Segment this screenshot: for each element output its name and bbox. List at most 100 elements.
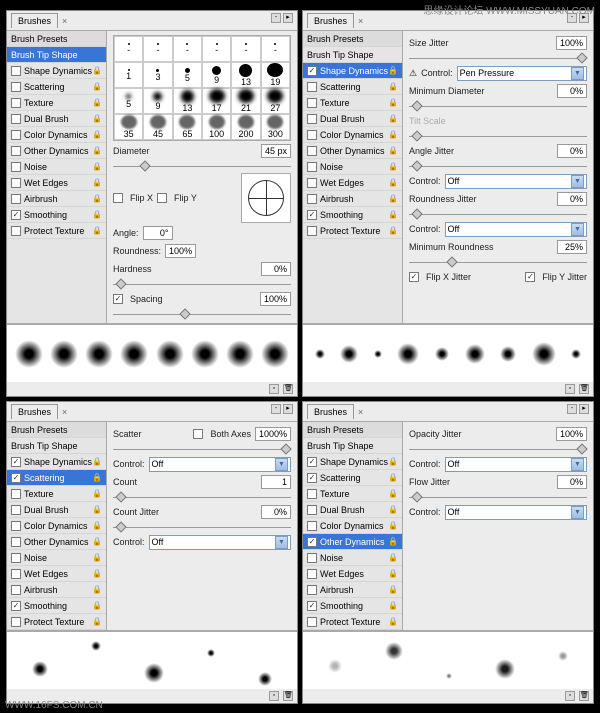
sidebar-item-dual[interactable]: Dual Brush🔒 — [303, 111, 402, 127]
sidebar-item-protect[interactable]: Protect Texture🔒 — [303, 614, 402, 630]
angle-target[interactable] — [241, 173, 291, 223]
value-input[interactable]: 45 px — [261, 144, 291, 158]
menu-icon[interactable]: ▸ — [283, 13, 293, 23]
sidebar-item-tip[interactable]: Brush Tip Shape — [303, 47, 402, 63]
checkbox-protect[interactable] — [307, 617, 317, 627]
close-icon[interactable]: × — [62, 16, 67, 26]
checkbox-texture[interactable] — [11, 98, 21, 108]
value-input[interactable]: 1 — [261, 475, 291, 489]
checkbox-smooth[interactable]: ✓ — [11, 601, 21, 611]
dropdown[interactable]: Off▼ — [149, 535, 291, 550]
brush-preset-cell[interactable]: 9 — [143, 88, 172, 114]
brush-preset-cell[interactable]: - — [261, 36, 290, 62]
brush-preset-cell[interactable]: 200 — [231, 114, 260, 140]
checkbox-smooth[interactable]: ✓ — [307, 210, 317, 220]
checkbox-noise[interactable] — [11, 162, 21, 172]
sidebar-item-wet[interactable]: Wet Edges🔒 — [303, 175, 402, 191]
value-input[interactable]: 0% — [261, 505, 291, 519]
sidebar-item-shape[interactable]: ✓Shape Dynamics🔒 — [7, 454, 106, 470]
value-input[interactable]: 100% — [260, 292, 291, 306]
trash-icon[interactable]: 🗑 — [579, 384, 589, 394]
brush-preset-cell[interactable]: 17 — [202, 88, 231, 114]
slider[interactable] — [113, 163, 291, 169]
checkbox-dual[interactable] — [11, 114, 21, 124]
sidebar-item-color[interactable]: Color Dynamics🔒 — [7, 127, 106, 143]
slider[interactable] — [409, 55, 587, 61]
checkbox-shape[interactable]: ✓ — [11, 457, 21, 467]
brush-preset-cell[interactable]: 5 — [173, 62, 202, 88]
checkbox[interactable]: ✓ — [113, 294, 123, 304]
value-input[interactable]: 0% — [557, 144, 587, 158]
checkbox-other[interactable] — [307, 146, 317, 156]
sidebar-item-noise[interactable]: Noise🔒 — [7, 159, 106, 175]
brush-preset-cell[interactable]: 300 — [261, 114, 290, 140]
sidebar-item-texture[interactable]: Texture🔒 — [303, 95, 402, 111]
brush-preset-cell[interactable]: 19 — [261, 62, 290, 88]
slider[interactable] — [409, 163, 587, 169]
checkbox-texture[interactable] — [11, 489, 21, 499]
sidebar-item-color[interactable]: Color Dynamics🔒 — [7, 518, 106, 534]
checkbox[interactable] — [113, 193, 123, 203]
checkbox-dual[interactable] — [307, 505, 317, 515]
sidebar-item-noise[interactable]: Noise🔒 — [7, 550, 106, 566]
minimize-icon[interactable]: - — [271, 13, 281, 23]
minimize-icon[interactable]: - — [271, 404, 281, 414]
checkbox-wet[interactable] — [11, 178, 21, 188]
checkbox-air[interactable] — [307, 194, 317, 204]
sidebar-item-wet[interactable]: Wet Edges🔒 — [7, 175, 106, 191]
sidebar-item-shape[interactable]: Shape Dynamics🔒 — [7, 63, 106, 79]
checkbox-wet[interactable] — [11, 569, 21, 579]
sidebar-item-other[interactable]: Other Dynamics🔒 — [303, 143, 402, 159]
value-input[interactable]: 0° — [143, 226, 173, 240]
brush-preset-cell[interactable]: 45 — [143, 114, 172, 140]
sidebar-item-noise[interactable]: Noise🔒 — [303, 550, 402, 566]
sidebar-item-smooth[interactable]: ✓Smoothing🔒 — [303, 207, 402, 223]
sidebar-item-scatter[interactable]: Scattering🔒 — [303, 79, 402, 95]
menu-icon[interactable]: ▸ — [283, 404, 293, 414]
sidebar-item-air[interactable]: Airbrush🔒 — [303, 582, 402, 598]
sidebar-item-dual[interactable]: Dual Brush🔒 — [303, 502, 402, 518]
checkbox-color[interactable] — [307, 130, 317, 140]
brush-preset-cell[interactable]: 35 — [114, 114, 143, 140]
checkbox-air[interactable] — [307, 585, 317, 595]
sidebar-item-wet[interactable]: Wet Edges🔒 — [303, 566, 402, 582]
tab-brushes[interactable]: Brushes — [11, 13, 58, 28]
brush-preset-cell[interactable]: 9 — [202, 62, 231, 88]
sidebar-item-protect[interactable]: Protect Texture🔒 — [303, 223, 402, 239]
sidebar-item-air[interactable]: Airbrush🔒 — [7, 582, 106, 598]
sidebar-item-other[interactable]: ✓Other Dynamics🔒 — [303, 534, 402, 550]
brush-preset-cell[interactable]: - — [202, 36, 231, 62]
sidebar-item-tip[interactable]: Brush Tip Shape — [303, 438, 402, 454]
checkbox-other[interactable] — [11, 537, 21, 547]
new-icon[interactable]: ▫ — [565, 384, 575, 394]
brush-preset-cell[interactable]: - — [173, 36, 202, 62]
sidebar-item-scatter[interactable]: Scattering🔒 — [7, 79, 106, 95]
sidebar-item-other[interactable]: Other Dynamics🔒 — [7, 534, 106, 550]
checkbox-color[interactable] — [307, 521, 317, 531]
close-icon[interactable]: × — [358, 16, 363, 26]
checkbox-scatter[interactable]: ✓ — [307, 473, 317, 483]
brush-preset-cell[interactable]: 13 — [173, 88, 202, 114]
sidebar-item-texture[interactable]: Texture🔒 — [7, 486, 106, 502]
dropdown[interactable]: Off▼ — [445, 457, 587, 472]
slider[interactable] — [113, 311, 291, 317]
checkbox-smooth[interactable]: ✓ — [11, 210, 21, 220]
sidebar-item-tip[interactable]: Brush Tip Shape — [7, 47, 106, 63]
brush-preset-cell[interactable]: 27 — [261, 88, 290, 114]
sidebar-item-texture[interactable]: Texture🔒 — [7, 95, 106, 111]
slider[interactable] — [409, 494, 587, 500]
dropdown[interactable]: Off▼ — [149, 457, 291, 472]
checkbox-protect[interactable] — [11, 226, 21, 236]
close-icon[interactable]: × — [62, 407, 67, 417]
sidebar-item-color[interactable]: Color Dynamics🔒 — [303, 127, 402, 143]
sidebar-item-shape[interactable]: ✓Shape Dynamics🔒 — [303, 454, 402, 470]
checkbox-noise[interactable] — [11, 553, 21, 563]
dropdown[interactable]: Off▼ — [445, 505, 587, 520]
checkbox-protect[interactable] — [11, 617, 21, 627]
slider[interactable] — [409, 103, 587, 109]
checkbox[interactable]: ✓ — [525, 272, 535, 282]
checkbox-texture[interactable] — [307, 489, 317, 499]
checkbox[interactable] — [157, 193, 167, 203]
value-input[interactable]: 100% — [556, 427, 587, 441]
value-input[interactable]: 1000% — [255, 427, 291, 441]
